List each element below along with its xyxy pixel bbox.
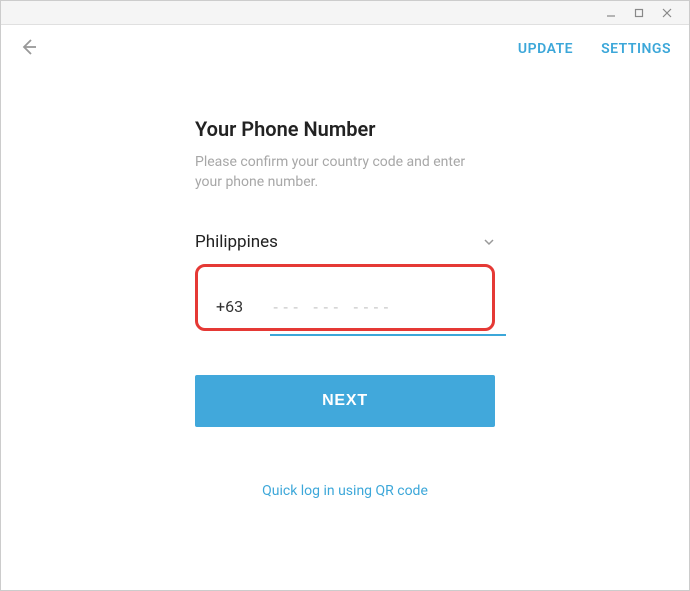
country-selector[interactable]: Philippines: [195, 232, 495, 260]
maximize-button[interactable]: [625, 2, 653, 24]
next-button[interactable]: NEXT: [195, 375, 495, 427]
phone-placeholder: --- --- ----: [271, 298, 391, 316]
login-form: Your Phone Number Please confirm your co…: [195, 117, 495, 499]
minimize-button[interactable]: [597, 2, 625, 24]
country-name: Philippines: [195, 232, 278, 252]
back-arrow-icon[interactable]: [19, 37, 39, 61]
close-button[interactable]: [653, 2, 681, 24]
qr-login-link[interactable]: Quick log in using QR code: [195, 483, 495, 499]
page-title: Your Phone Number: [195, 117, 495, 141]
phone-number-input[interactable]: --- --- ----: [271, 297, 474, 316]
country-code-input[interactable]: +63: [216, 297, 243, 316]
chevron-down-icon: [483, 233, 495, 252]
input-underline: [270, 334, 506, 336]
window-titlebar: [1, 1, 689, 25]
app-header: UPDATE SETTINGS: [1, 25, 689, 73]
update-link[interactable]: UPDATE: [518, 41, 573, 57]
phone-input-highlight: +63 --- --- ----: [195, 264, 495, 331]
header-links: UPDATE SETTINGS: [518, 41, 671, 57]
page-subtitle: Please confirm your country code and ent…: [195, 153, 495, 192]
settings-link[interactable]: SETTINGS: [601, 41, 671, 57]
phone-input-row: +63 --- --- ----: [216, 297, 474, 316]
